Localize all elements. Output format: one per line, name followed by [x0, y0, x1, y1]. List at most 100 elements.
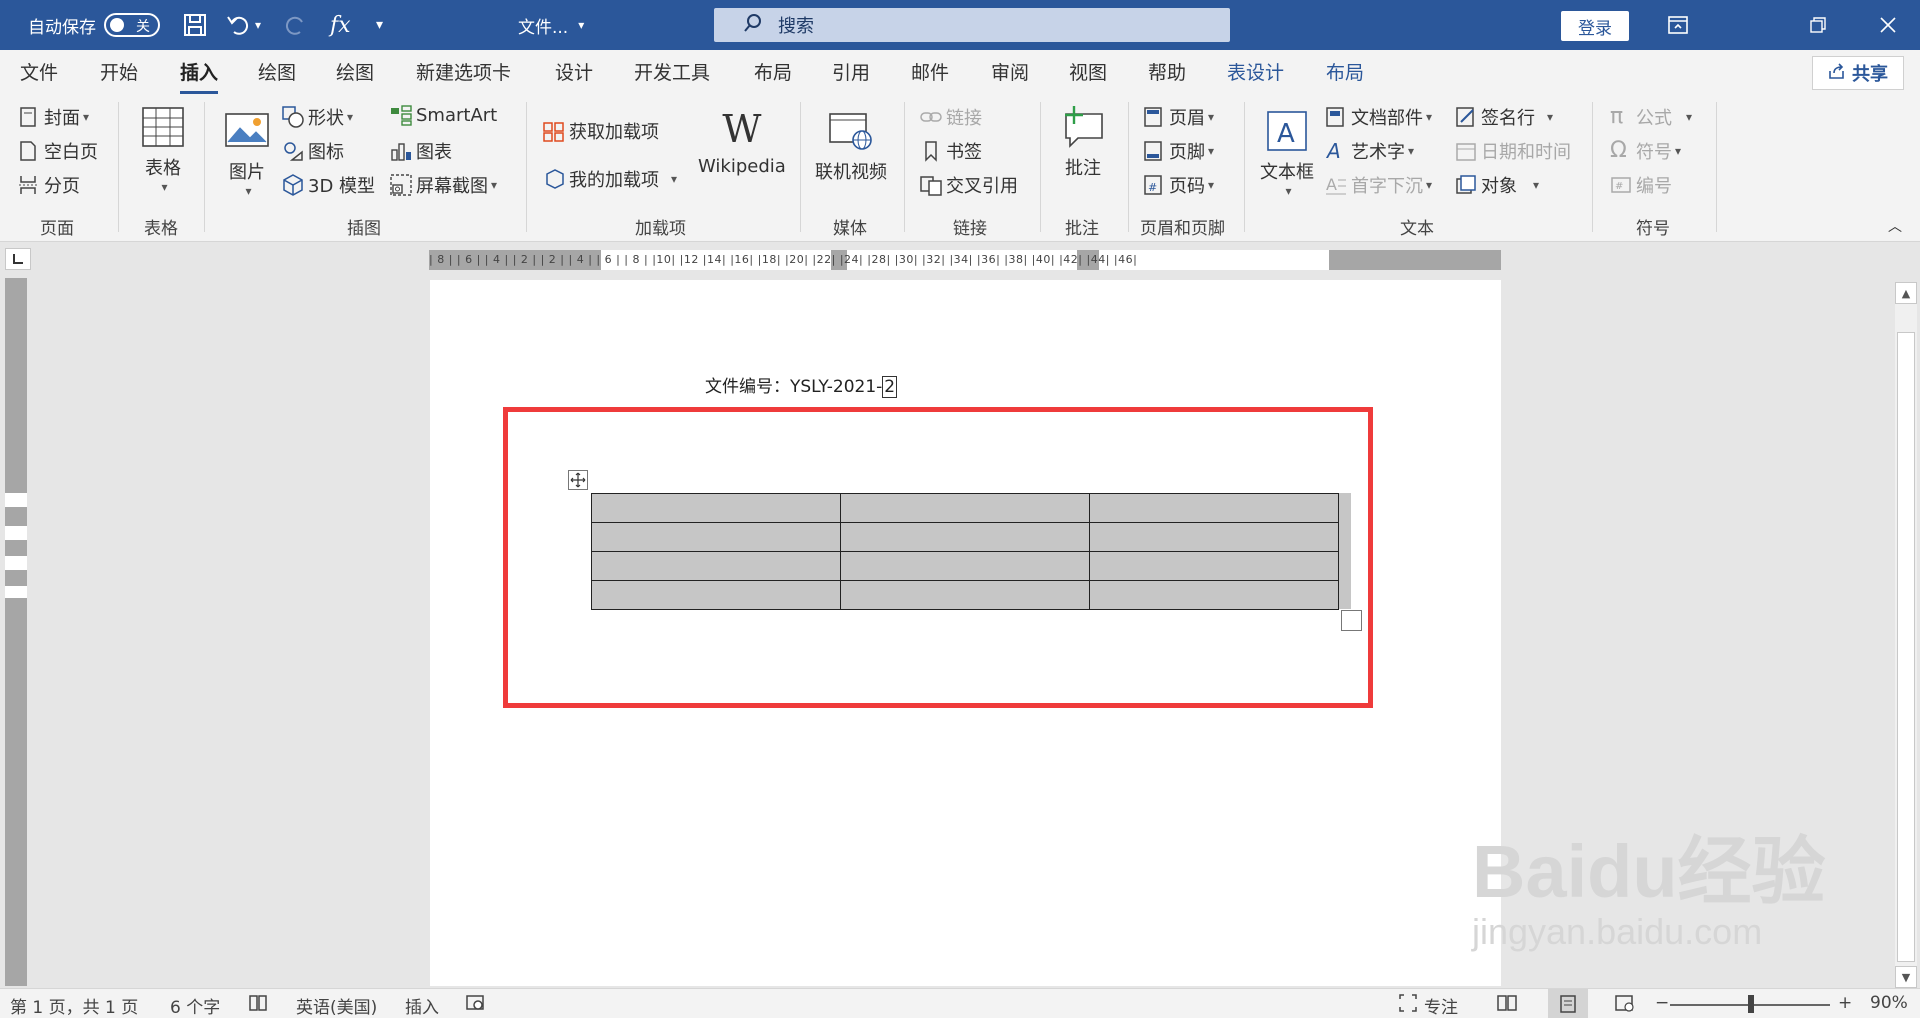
read-mode-icon[interactable] [1496, 993, 1518, 1013]
tab-developer[interactable]: 开发工具 [634, 58, 710, 90]
document-number-line[interactable]: 文件编号：YSLY-2021- 2 [705, 372, 898, 398]
tab-view[interactable]: 视图 [1069, 58, 1107, 90]
document-title[interactable]: 文件... ▾ [518, 0, 584, 50]
tab-selector[interactable] [5, 248, 31, 270]
web-layout-icon[interactable] [1614, 993, 1636, 1013]
new-comment-button[interactable]: 批注 [1060, 104, 1106, 180]
table-move-handle[interactable] [568, 470, 588, 490]
table-cell[interactable] [591, 522, 841, 552]
online-video-button[interactable]: 联机视频 [815, 108, 887, 184]
table-cell[interactable] [591, 580, 841, 610]
print-layout-icon[interactable] [1548, 989, 1588, 1018]
function-icon[interactable]: fx [330, 0, 351, 50]
macro-recording-icon[interactable] [465, 993, 487, 1013]
tab-draw-1[interactable]: 绘图 [258, 58, 296, 90]
number-button[interactable]: # 编号 [1610, 172, 1672, 198]
object-button[interactable]: 对象 ▾ [1455, 172, 1539, 198]
equation-button[interactable]: π 公式 ▾ [1610, 104, 1692, 130]
tab-review[interactable]: 审阅 [991, 58, 1029, 90]
ribbon-display-icon[interactable] [1650, 0, 1706, 50]
drop-cap-button[interactable]: A 首字下沉 ▾ [1325, 172, 1432, 198]
tab-layout[interactable]: 布局 [754, 58, 792, 90]
get-addins-button[interactable]: 获取加载项 [543, 118, 659, 144]
signature-line-button[interactable]: 签名行 ▾ [1455, 104, 1553, 130]
close-icon[interactable] [1860, 0, 1916, 50]
table-cell[interactable] [840, 522, 1090, 552]
table-cell[interactable] [840, 580, 1090, 610]
tab-table-design[interactable]: 表设计 [1227, 58, 1284, 90]
horizontal-ruler[interactable]: | 8 | | 6 | | 4 | | 2 | | 2 | | 4 | | 6 … [429, 250, 1501, 270]
my-addins-button[interactable]: 我的加载项 ▾ [543, 166, 677, 192]
tab-draw-2[interactable]: 绘图 [336, 58, 374, 90]
symbol-button[interactable]: Ω 符号 ▾ [1610, 138, 1681, 164]
tab-design[interactable]: 设计 [555, 58, 593, 90]
table-resize-handle[interactable] [1341, 610, 1362, 631]
save-icon[interactable] [182, 0, 208, 50]
autosave-toggle[interactable]: 关 [104, 13, 160, 37]
page-break-button[interactable]: 分页 [18, 172, 80, 198]
chart-button[interactable]: 图表 [390, 138, 452, 164]
table-button[interactable]: 表格 ▾ [140, 104, 186, 194]
document-page[interactable]: 文件编号：YSLY-2021- 2 [430, 280, 1501, 986]
scroll-thumb[interactable] [1897, 332, 1915, 962]
autosave-control[interactable]: 自动保存 关 [28, 0, 160, 50]
table-cell[interactable] [591, 493, 841, 523]
link-button[interactable]: 链接 [920, 104, 982, 130]
icons-button[interactable]: 图标 [282, 138, 344, 164]
smartart-button[interactable]: SmartArt [390, 104, 497, 126]
table-cell[interactable] [1089, 522, 1339, 552]
cover-page-button[interactable]: 封面 ▾ [18, 104, 89, 130]
zoom-out-button[interactable]: − [1655, 993, 1669, 1013]
insert-mode-indicator[interactable]: 插入 [405, 993, 439, 1018]
screenshot-button[interactable]: 屏幕截图 ▾ [390, 172, 497, 198]
document-table[interactable] [591, 493, 1339, 610]
blank-page-button[interactable]: 空白页 [18, 138, 98, 164]
restore-icon[interactable] [1790, 0, 1846, 50]
footer-button[interactable]: 页脚 ▾ [1143, 138, 1214, 164]
tab-file[interactable]: 文件 [20, 58, 58, 90]
table-cell[interactable] [1089, 493, 1339, 523]
vertical-ruler[interactable] [5, 278, 27, 986]
tab-new-tab[interactable]: 新建选项卡 [416, 58, 511, 90]
proofing-icon[interactable] [248, 993, 270, 1013]
focus-mode-button[interactable]: 专注 [1398, 993, 1458, 1018]
text-box-button[interactable]: A 文本框 ▾ [1260, 108, 1314, 198]
vertical-scrollbar[interactable]: ▲ ▼ [1895, 282, 1917, 988]
tab-help[interactable]: 帮助 [1148, 58, 1186, 90]
collapse-ribbon-icon[interactable]: ︿ [1888, 216, 1902, 236]
quick-parts-button[interactable]: 文档部件 ▾ [1325, 104, 1432, 130]
3d-models-button[interactable]: 3D 模型 [282, 172, 375, 198]
table-cell[interactable] [1089, 580, 1339, 610]
bookmark-button[interactable]: 书签 [920, 138, 982, 164]
tab-table-layout[interactable]: 布局 [1326, 58, 1364, 90]
wikipedia-button[interactable]: W Wikipedia [698, 106, 786, 177]
shapes-button[interactable]: 形状 ▾ [282, 104, 353, 130]
tab-mailings[interactable]: 邮件 [911, 58, 949, 90]
cross-reference-button[interactable]: 交叉引用 [920, 172, 1018, 198]
tab-insert[interactable]: 插入 [180, 58, 219, 94]
zoom-level[interactable]: 90% [1870, 993, 1908, 1013]
scroll-up-icon[interactable]: ▲ [1895, 282, 1917, 304]
redo-icon[interactable] [282, 0, 308, 50]
date-time-button[interactable]: 日期和时间 [1455, 138, 1571, 164]
tab-references[interactable]: 引用 [832, 58, 870, 90]
zoom-in-button[interactable]: + [1838, 993, 1852, 1013]
login-button[interactable]: 登录 [1561, 11, 1629, 41]
word-count[interactable]: 6 个字 [170, 993, 220, 1018]
table-cell[interactable] [591, 551, 841, 581]
language-indicator[interactable]: 英语(美国) [296, 993, 377, 1018]
zoom-slider-thumb[interactable] [1748, 995, 1754, 1013]
wordart-button[interactable]: A 艺术字 ▾ [1325, 138, 1414, 164]
tab-home[interactable]: 开始 [100, 58, 138, 90]
search-input[interactable]: 搜索 [714, 8, 1230, 42]
table-cell[interactable] [1089, 551, 1339, 581]
page-number-button[interactable]: # 页码 ▾ [1143, 172, 1214, 198]
header-button[interactable]: 页眉 ▾ [1143, 104, 1214, 130]
table-cell[interactable] [840, 551, 1090, 581]
scroll-down-icon[interactable]: ▼ [1895, 966, 1917, 988]
share-button[interactable]: 共享 [1812, 56, 1904, 90]
customize-qat-icon[interactable]: ▾ [376, 0, 383, 50]
picture-button[interactable]: 图片 ▾ [224, 108, 270, 198]
undo-icon[interactable]: ▾ [226, 0, 261, 50]
table-cell[interactable] [840, 493, 1090, 523]
